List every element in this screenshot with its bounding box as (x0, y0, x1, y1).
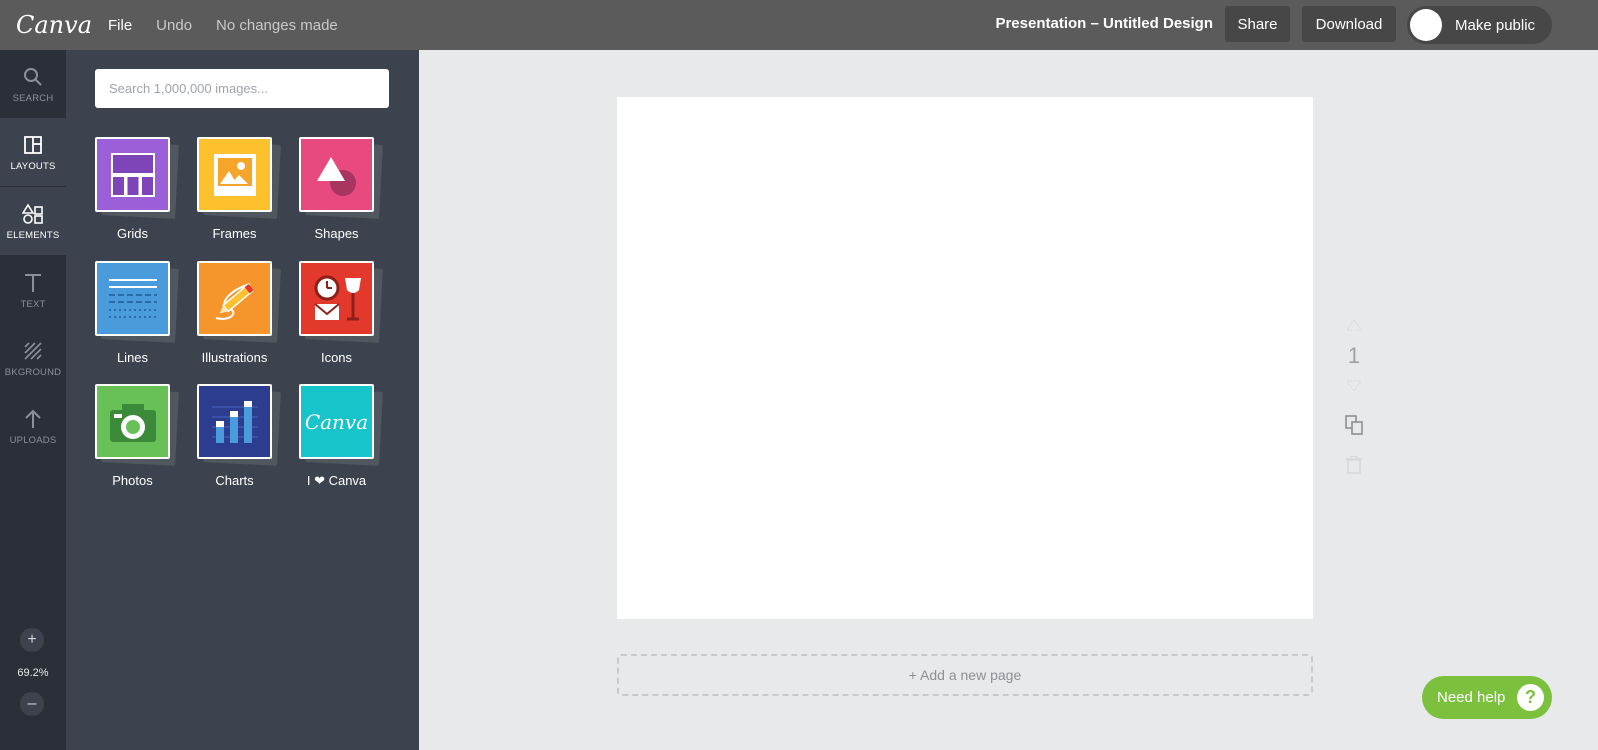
icons-icon (299, 261, 374, 336)
rail-item-uploads[interactable]: UPLOADS (0, 392, 66, 460)
rail-label: LAYOUTS (10, 160, 56, 172)
frames-icon (197, 137, 272, 212)
elements-panel: Grids Frames Shapes Lines Illustrations (66, 50, 419, 750)
toggle-knob (1410, 9, 1442, 41)
tile-label: Icons (320, 350, 353, 365)
tile-photos[interactable]: Photos (95, 384, 185, 494)
rail-label: BKGROUND (4, 366, 62, 378)
question-mark-icon: ? (1517, 684, 1544, 711)
tile-label: I ❤ Canva (306, 473, 367, 488)
tile-label: Shapes (314, 226, 359, 241)
rail-item-background[interactable]: BKGROUND (0, 324, 66, 392)
share-button[interactable]: Share (1225, 6, 1290, 42)
save-status: No changes made (216, 16, 338, 34)
zoom-in-button[interactable]: + (20, 628, 44, 652)
undo-button[interactable]: Undo (156, 17, 192, 34)
add-new-page-button[interactable]: + Add a new page (617, 654, 1313, 696)
canva-logo[interactable]: Canva (16, 11, 94, 39)
zoom-out-button[interactable]: – (20, 692, 44, 716)
page-number: 1 (1347, 343, 1361, 368)
background-icon (23, 339, 43, 363)
chart-icon (197, 384, 272, 459)
camera-icon (95, 384, 170, 459)
rail-label: ELEMENTS (6, 229, 60, 241)
make-public-toggle[interactable]: Make public (1407, 6, 1552, 44)
move-page-up-icon[interactable] (1340, 318, 1368, 336)
layouts-icon (23, 133, 43, 157)
lines-icon (95, 261, 170, 336)
rail-item-search[interactable]: SEARCH (0, 50, 66, 118)
design-page[interactable] (617, 97, 1313, 619)
illustrations-icon (197, 261, 272, 336)
tile-label: Charts (215, 473, 254, 488)
grids-icon (95, 137, 170, 212)
rail-item-text[interactable]: TEXT (0, 256, 66, 324)
need-help-label: Need help (1437, 689, 1506, 706)
left-rail: SEARCH LAYOUTS ELEMENTS TEXT BKGROUND UP… (0, 50, 66, 750)
tile-lines[interactable]: Lines (95, 261, 185, 371)
make-public-label: Make public (1455, 16, 1536, 34)
top-bar: Canva File Undo No changes made Presenta… (0, 0, 1598, 50)
copy-page-icon[interactable] (1340, 414, 1368, 441)
rail-label: TEXT (20, 298, 46, 310)
image-search-input[interactable] (95, 69, 389, 108)
tile-icons[interactable]: Icons (299, 261, 389, 371)
tile-shapes[interactable]: Shapes (299, 137, 389, 247)
upload-icon (23, 407, 43, 431)
download-button[interactable]: Download (1302, 6, 1396, 42)
text-icon (23, 271, 43, 295)
rail-label: SEARCH (12, 92, 54, 104)
rail-label: UPLOADS (9, 434, 57, 446)
file-menu[interactable]: File (108, 17, 132, 34)
move-page-down-icon[interactable] (1340, 379, 1368, 397)
tile-frames[interactable]: Frames (197, 137, 287, 247)
canva-logo-icon: Canva (299, 384, 374, 459)
rail-item-layouts[interactable]: LAYOUTS (0, 118, 66, 186)
zoom-level: 69.2% (17, 667, 49, 679)
tile-grids[interactable]: Grids (95, 137, 185, 247)
shapes-icon (299, 137, 374, 212)
tile-illustrations[interactable]: Illustrations (197, 261, 287, 371)
tile-i-love-canva[interactable]: Canva I ❤ Canva (299, 384, 389, 494)
tile-label: Photos (112, 473, 153, 488)
delete-page-icon[interactable] (1340, 456, 1368, 479)
rail-item-elements[interactable]: ELEMENTS (0, 187, 66, 255)
need-help-button[interactable]: Need help ? (1422, 676, 1552, 719)
document-title[interactable]: Presentation – Untitled Design (995, 15, 1213, 32)
tile-label: Grids (116, 226, 149, 241)
elements-icon (22, 202, 44, 226)
tile-label: Frames (212, 226, 257, 241)
search-icon (23, 65, 43, 89)
tile-charts[interactable]: Charts (197, 384, 287, 494)
tile-label: Lines (116, 350, 149, 365)
tile-label: Illustrations (201, 350, 268, 365)
